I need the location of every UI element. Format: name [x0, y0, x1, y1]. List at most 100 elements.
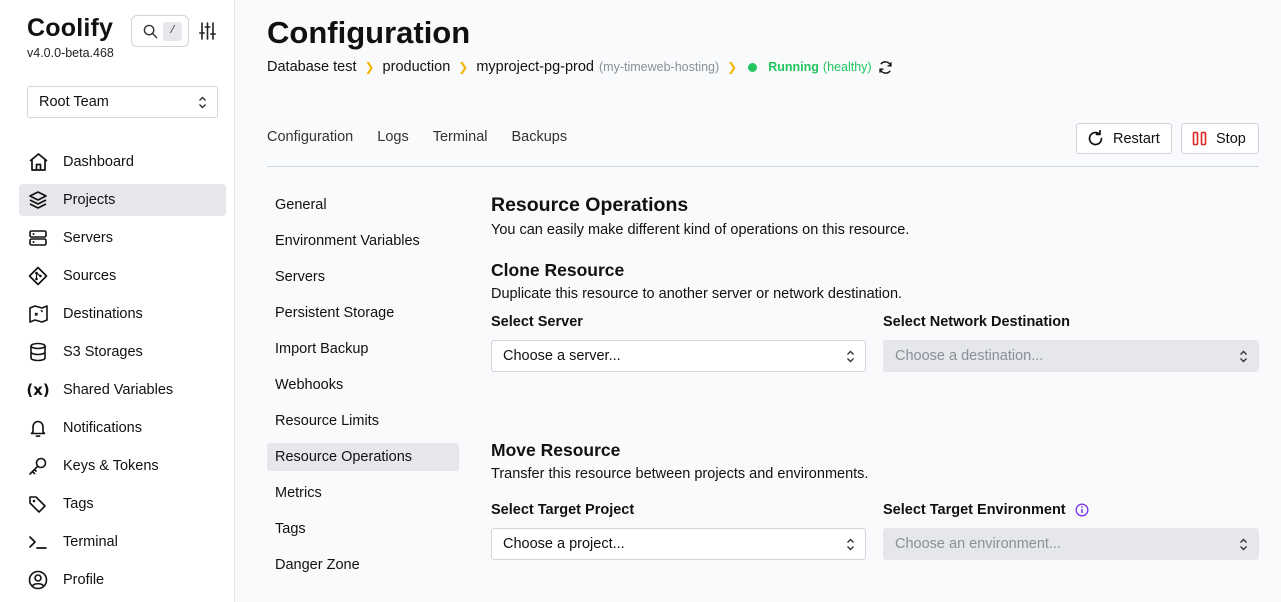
sidebar-item-label: Servers	[63, 230, 113, 246]
sidebar-item-sources[interactable]: Sources	[19, 260, 226, 292]
restart-label: Restart	[1113, 130, 1160, 147]
subnav-metrics[interactable]: Metrics	[267, 479, 459, 507]
subnav-resource-operations[interactable]: Resource Operations	[267, 443, 459, 471]
clone-resource-title: Clone Resource	[491, 260, 625, 280]
variable-icon: (x)	[26, 381, 50, 399]
chevron-right-icon: ❯	[458, 60, 469, 74]
sidebar-item-dashboard[interactable]: Dashboard	[19, 146, 226, 178]
sidebar-item-tags[interactable]: Tags	[19, 488, 226, 520]
select-destination[interactable]: Choose a destination...	[883, 340, 1259, 372]
version-label: v4.0.0-beta.468	[27, 46, 114, 60]
tabs-divider	[267, 166, 1259, 167]
sidebar-item-destinations[interactable]: Destinations	[19, 298, 226, 330]
terminal-icon	[27, 531, 49, 553]
select-server-label: Select Server	[491, 314, 583, 330]
breadcrumb-resource[interactable]: myproject-pg-prod	[476, 59, 594, 75]
chevron-right-icon: ❯	[364, 60, 375, 74]
subnav-servers[interactable]: Servers	[267, 263, 459, 291]
tab-logs[interactable]: Logs	[377, 129, 408, 145]
select-project-label: Select Target Project	[491, 502, 635, 518]
tab-configuration[interactable]: Configuration	[267, 129, 353, 145]
chevron-updown-icon	[1239, 538, 1248, 555]
select-server[interactable]: Choose a server...	[491, 340, 866, 372]
sidebar-item-label: Shared Variables	[63, 382, 174, 398]
subnav-webhooks[interactable]: Webhooks	[267, 371, 459, 399]
tab-terminal[interactable]: Terminal	[433, 129, 488, 145]
sidebar-item-label: Sources	[63, 268, 117, 284]
search-button[interactable]: /	[131, 15, 189, 47]
chevron-right-icon: ❯	[727, 60, 738, 74]
bell-icon	[27, 417, 49, 439]
sidebar-item-projects[interactable]: Projects	[19, 184, 226, 216]
sidebar-item-shared-variables[interactable]: (x) Shared Variables	[19, 374, 226, 406]
select-destination-label: Select Network Destination	[883, 314, 1070, 330]
info-icon[interactable]	[1075, 503, 1089, 517]
search-shortcut-key: /	[163, 22, 182, 41]
select-environment-placeholder: Choose an environment...	[895, 536, 1062, 552]
sidebar-item-label: Tags	[63, 496, 94, 512]
sidebar-item-label: S3 Storages	[63, 344, 143, 360]
sidebar-item-label: Keys & Tokens	[63, 458, 159, 474]
home-icon	[27, 151, 49, 173]
section-description: You can easily make different kind of op…	[491, 222, 910, 238]
sidebar-item-servers[interactable]: Servers	[19, 222, 226, 254]
health-label: (healthy)	[822, 60, 872, 74]
clone-resource-description: Duplicate this resource to another serve…	[491, 286, 903, 302]
status-label: Running	[768, 60, 819, 74]
subnav-general[interactable]: General	[267, 191, 459, 219]
user-icon	[27, 569, 49, 591]
sidebar-item-label: Notifications	[63, 420, 142, 436]
sidebar-item-label: Destinations	[63, 306, 143, 322]
brand-name: Coolify	[27, 14, 114, 42]
subnav-tags[interactable]: Tags	[267, 515, 459, 543]
restart-icon	[1087, 130, 1104, 147]
resource-tabs: Configuration Logs Terminal Backups	[267, 129, 591, 145]
section-title: Resource Operations	[491, 194, 689, 216]
select-project[interactable]: Choose a project...	[491, 528, 866, 560]
sidebar-item-s3-storages[interactable]: S3 Storages	[19, 336, 226, 368]
stop-icon	[1192, 131, 1207, 146]
sidebar-item-profile[interactable]: Profile	[19, 564, 226, 596]
page-title: Configuration	[267, 15, 471, 50]
subnav-import-backup[interactable]: Import Backup	[267, 335, 459, 363]
stop-button[interactable]: Stop	[1181, 123, 1259, 154]
refresh-icon[interactable]	[878, 60, 893, 75]
tab-backups[interactable]: Backups	[512, 129, 568, 145]
chevron-updown-icon	[846, 538, 855, 555]
sidebar-item-label: Projects	[63, 192, 116, 208]
map-icon	[27, 303, 49, 325]
sliders-icon[interactable]	[199, 22, 217, 45]
breadcrumb-environment[interactable]: production	[383, 59, 451, 75]
sidebar-nav: Dashboard Projects Servers Sources Desti…	[19, 146, 226, 602]
move-resource-description: Transfer this resource between projects …	[491, 466, 869, 482]
team-select-value: Root Team	[39, 94, 109, 110]
key-icon	[27, 455, 49, 477]
team-select[interactable]: Root Team	[27, 86, 218, 118]
subnav-persistent-storage[interactable]: Persistent Storage	[267, 299, 459, 327]
sidebar-item-terminal[interactable]: Terminal	[19, 526, 226, 558]
sidebar-item-keys-tokens[interactable]: Keys & Tokens	[19, 450, 226, 482]
subnav-danger-zone[interactable]: Danger Zone	[267, 551, 459, 579]
select-destination-placeholder: Choose a destination...	[895, 348, 1044, 364]
sidebar-item-label: Dashboard	[63, 154, 134, 170]
sidebar-item-label: Terminal	[63, 534, 118, 550]
database-icon	[27, 341, 49, 363]
move-resource-title: Move Resource	[491, 440, 621, 460]
stop-label: Stop	[1216, 130, 1246, 147]
layers-icon	[27, 189, 49, 211]
restart-button[interactable]: Restart	[1076, 123, 1172, 154]
chevron-updown-icon	[198, 96, 207, 113]
subnav-environment-variables[interactable]: Environment Variables	[267, 227, 459, 255]
subnav-resource-limits[interactable]: Resource Limits	[267, 407, 459, 435]
sidebar-item-notifications[interactable]: Notifications	[19, 412, 226, 444]
select-environment-label: Select Target Environment	[883, 502, 1066, 518]
select-project-placeholder: Choose a project...	[503, 536, 625, 552]
server-icon	[27, 227, 49, 249]
chevron-updown-icon	[1239, 350, 1248, 367]
breadcrumb-project[interactable]: Database test	[267, 59, 356, 75]
select-environment-label-row: Select Target Environment	[883, 502, 1089, 518]
select-environment[interactable]: Choose an environment...	[883, 528, 1259, 560]
status-dot-icon	[748, 62, 758, 72]
sidebar-item-label: Profile	[63, 572, 105, 588]
search-icon	[143, 24, 158, 44]
